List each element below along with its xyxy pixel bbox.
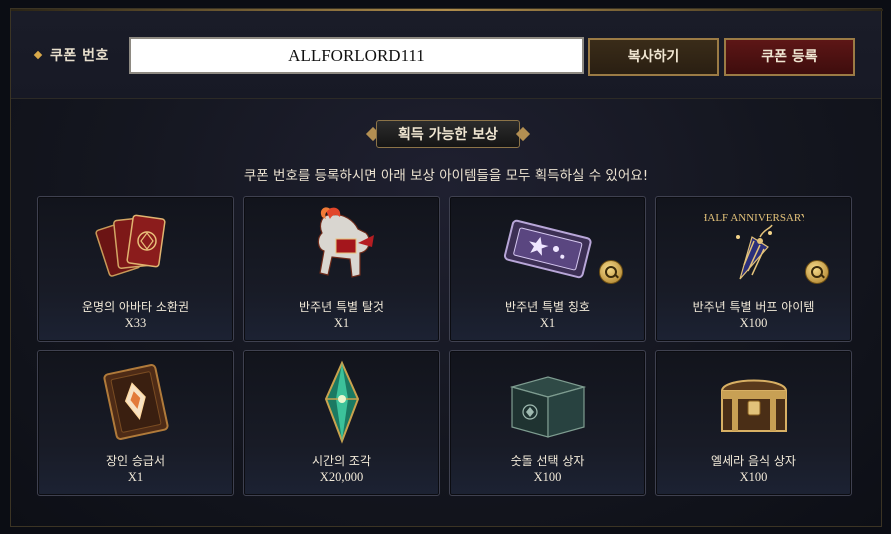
party-horn-icon: HALF ANNIVERSARY — [704, 212, 804, 280]
reward-card: 엘세라 음식 상자 X100 — [655, 350, 852, 496]
reward-name: 시간의 조각 — [311, 454, 371, 468]
reward-quantity: X1 — [333, 316, 350, 330]
reward-quantity: X20,000 — [319, 470, 364, 484]
reward-card: 반주년 특별 칭호 X1 — [449, 196, 646, 342]
reward-card: 시간의 조각 X20,000 — [243, 350, 440, 496]
mount-icon — [317, 207, 374, 278]
rewards-subtitle: 쿠폰 번호를 등록하시면 아래 보상 아이템들을 모두 획득하실 수 있어요! — [243, 168, 649, 184]
reward-card: 반주년 특별 탈것 X1 — [243, 196, 440, 342]
coupon-bar: 쿠폰 번호 복사하기 쿠폰 등록 — [11, 11, 881, 99]
reward-name: 숫돌 선택 상자 — [510, 454, 585, 468]
reward-quantity: X100 — [533, 470, 562, 484]
coupon-code-input[interactable] — [129, 37, 584, 74]
treasure-chest-icon — [720, 379, 788, 432]
reward-name: 반주년 특별 탈것 — [299, 300, 384, 314]
book-icon — [103, 364, 169, 440]
diamond-bullet-icon — [33, 50, 43, 60]
reward-name: 장인 승급서 — [105, 454, 165, 468]
magnifier-icon[interactable] — [805, 260, 829, 284]
rewards-title: 획득 가능한 보상 — [398, 127, 498, 143]
reward-card: 장인 승급서 X1 — [37, 350, 234, 496]
reward-name: 반주년 특별 버프 아이템 — [692, 300, 815, 314]
half-anniversary-logo: HALF ANNIVERSARY — [704, 212, 804, 224]
register-coupon-button[interactable]: 쿠폰 등록 — [724, 38, 855, 76]
reward-quantity: X33 — [124, 316, 147, 330]
reward-quantity: X100 — [739, 470, 768, 484]
magnifier-icon[interactable] — [599, 260, 623, 284]
whetstone-box-icon — [509, 376, 587, 438]
summon-cards-icon — [95, 214, 166, 277]
reward-grid: 운명의 아바타 소환권 X33 반주년 특별 탈것 X1 반주년 특별 칭호 X… — [37, 196, 854, 496]
reward-name: 반주년 특별 칭호 — [505, 300, 590, 314]
rewards-header: 획득 가능한 보상 — [364, 120, 532, 148]
crystal-icon — [324, 360, 360, 444]
reward-card: HALF ANNIVERSARY 반주년 특별 버프 아이템 X100 — [655, 196, 852, 342]
copy-button[interactable]: 복사하기 — [588, 38, 719, 76]
reward-quantity: X1 — [539, 316, 556, 330]
reward-name: 운명의 아바타 소환권 — [82, 300, 189, 314]
reward-name: 엘세라 음식 상자 — [711, 454, 796, 468]
coupon-panel: 쿠폰 번호 복사하기 쿠폰 등록 획득 가능한 보상 쿠폰 번호를 등록하시면 … — [10, 8, 883, 527]
coupon-label: 쿠폰 번호 — [33, 45, 109, 65]
reward-quantity: X1 — [127, 470, 144, 484]
coupon-label-text: 쿠폰 번호 — [50, 48, 109, 64]
reward-card: 숫돌 선택 상자 X100 — [449, 350, 646, 496]
title-ticket-icon — [503, 219, 592, 279]
reward-card: 운명의 아바타 소환권 X33 — [37, 196, 234, 342]
reward-quantity: X100 — [739, 316, 768, 330]
